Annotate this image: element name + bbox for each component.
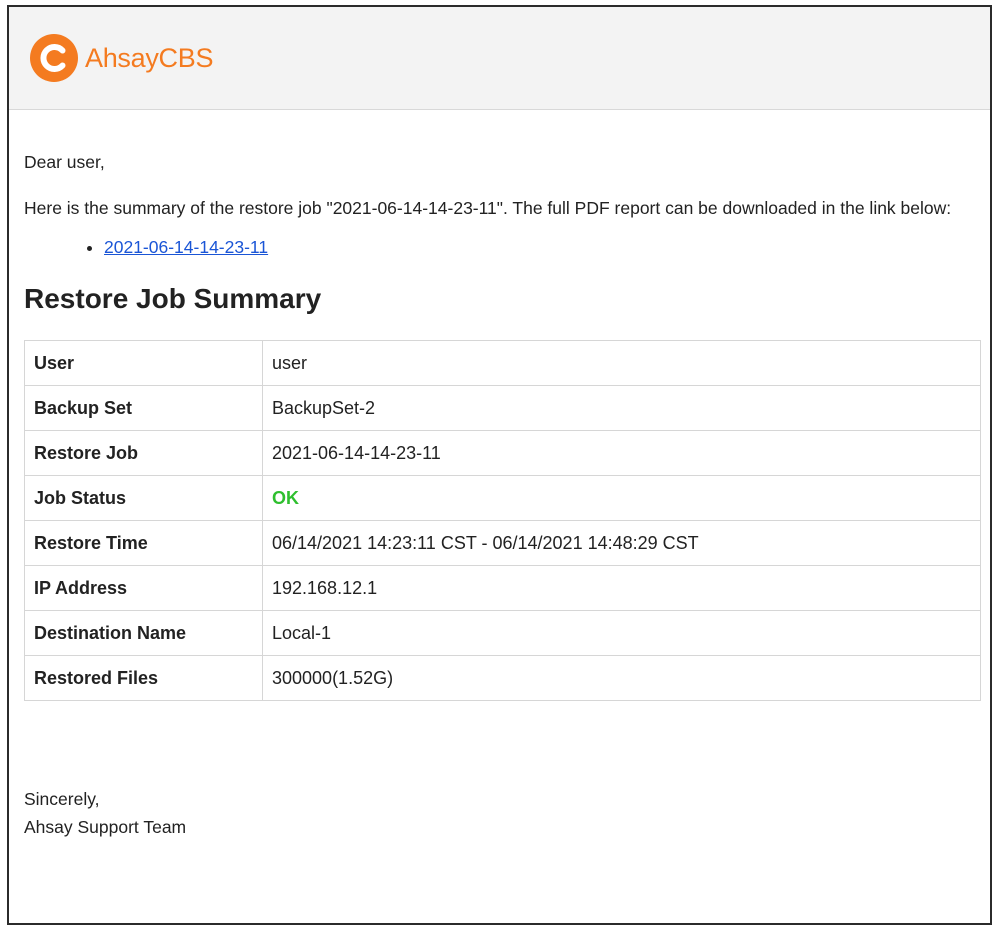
table-row: Restore Job 2021-06-14-14-23-11 [24,430,981,477]
restore-summary-table: User user Backup Set BackupSet-2 Restore… [24,340,981,702]
signoff: Sincerely, Ahsay Support Team [24,785,976,841]
email-container: AhsayCBS Dear user, Here is the summary … [7,5,992,925]
row-value: BackupSet-2 [262,385,981,432]
row-label: Restore Job [24,430,263,477]
table-row: Destination Name Local-1 [24,610,981,657]
row-value: Local-1 [262,610,981,657]
closing-text: Sincerely, [24,789,100,810]
email-header: AhsayCBS [9,7,990,110]
table-row: IP Address 192.168.12.1 [24,565,981,612]
ahsaycbs-logo: AhsayCBS [29,33,213,83]
row-label: Restored Files [24,655,263,702]
row-label: IP Address [24,565,263,612]
table-row: Restore Time 06/14/2021 14:23:11 CST - 0… [24,520,981,567]
email-body: Dear user, Here is the summary of the re… [9,150,990,841]
ahsay-c-logo-icon [30,34,78,82]
row-value: OK [262,475,981,522]
row-label: User [24,340,263,387]
row-label: Destination Name [24,610,263,657]
row-value: 300000(1.52G) [262,655,981,702]
table-row: Backup Set BackupSet-2 [24,385,981,432]
status-badge: OK [272,487,299,508]
brand-name: AhsayCBS [85,42,214,73]
row-label: Backup Set [24,385,263,432]
signature-text: Ahsay Support Team [24,817,187,838]
table-row: User user [24,340,981,387]
row-label: Job Status [24,475,263,522]
row-value: 2021-06-14-14-23-11 [262,430,981,477]
table-row: Restored Files 300000(1.52G) [24,655,981,702]
row-value: user [262,340,981,387]
intro-text: Here is the summary of the restore job "… [24,197,952,218]
row-label: Restore Time [24,520,263,567]
list-item: 2021-06-14-14-23-11 [104,235,976,260]
greeting-text: Dear user, [24,152,105,172]
section-title: Restore Job Summary [24,282,322,314]
row-value: 06/14/2021 14:23:11 CST - 06/14/2021 14:… [262,520,981,567]
report-link-list: 2021-06-14-14-23-11 [24,235,976,260]
table-row: Job Status OK [24,475,981,522]
pdf-report-link[interactable]: 2021-06-14-14-23-11 [104,237,268,257]
row-value: 192.168.12.1 [262,565,981,612]
